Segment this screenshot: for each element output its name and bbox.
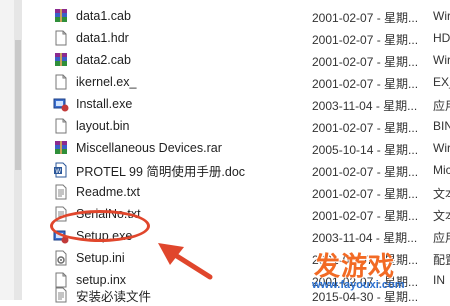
watermark-logo: 发游戏 — [314, 252, 396, 282]
file-name: ikernel.ex_ — [76, 75, 137, 89]
file-date: 2001-02-07 - 星期... — [312, 77, 419, 91]
winrar-archive-icon — [52, 7, 70, 25]
file-row-protel-doc[interactable]: W PROTEL 99 简明使用手册.doc 2001-02-07 - 星期..… — [44, 159, 450, 181]
file-name: Install.exe — [76, 97, 133, 111]
generic-file-icon — [52, 117, 70, 135]
annotation-ellipse — [50, 210, 150, 242]
file-row-data2-cab[interactable]: data2.cab 2001-02-07 - 星期... Wir — [44, 49, 450, 71]
file-date: 2003-11-04 - 星期... — [312, 231, 418, 245]
file-type: HD — [433, 31, 450, 45]
file-type: 应用 — [433, 231, 450, 245]
annotation-arrow — [158, 243, 213, 280]
file-type: 文本 — [433, 209, 450, 223]
watermark-url: www.fayouxi.com — [312, 279, 405, 291]
file-row-data1-hdr[interactable]: data1.hdr 2001-02-07 - 星期... HD — [44, 27, 450, 49]
file-type: Wir — [433, 141, 450, 155]
file-date: 2001-02-07 - 星期... — [312, 121, 419, 135]
scrollbar-thumb[interactable] — [15, 40, 21, 170]
file-name: Miscellaneous Devices.rar — [76, 141, 222, 155]
file-name: layout.bin — [76, 119, 130, 133]
file-name: 安装必读文件 — [76, 289, 152, 304]
file-date: 2001-02-07 - 星期... — [312, 33, 419, 47]
watermark: 发游戏 www.fayouxi.com — [300, 246, 450, 300]
file-date: 2001-02-07 - 星期... — [312, 11, 419, 25]
file-type: EX_ — [433, 75, 450, 89]
file-row-install-exe[interactable]: Install.exe 2003-11-04 - 星期... 应用 — [44, 93, 450, 115]
file-row-misc-devices[interactable]: Miscellaneous Devices.rar 2005-10-14 - 星… — [44, 137, 450, 159]
file-date: 2001-02-07 - 星期... — [312, 187, 419, 201]
file-name: data2.cab — [76, 53, 131, 67]
file-type: Wir — [433, 53, 450, 67]
generic-file-icon — [52, 29, 70, 47]
winrar-archive-icon — [52, 139, 70, 157]
file-date: 2001-02-07 - 星期... — [312, 55, 419, 69]
file-name: PROTEL 99 简明使用手册.doc — [76, 164, 246, 179]
file-name: Readme.txt — [76, 185, 140, 199]
file-name: data1.hdr — [76, 31, 129, 45]
file-date: 2003-11-04 - 星期... — [312, 99, 418, 113]
file-row-layout-bin[interactable]: layout.bin 2001-02-07 - 星期... BIN — [44, 115, 450, 137]
file-row-ikernel[interactable]: ikernel.ex_ 2001-02-07 - 星期... EX_ — [44, 71, 450, 93]
file-date: 2005-10-14 - 星期... — [312, 143, 419, 157]
text-file-icon — [52, 286, 70, 304]
file-type: Wir — [433, 9, 450, 23]
file-date: 2001-02-07 - 星期... — [312, 209, 419, 223]
text-file-icon — [52, 183, 70, 201]
file-name: data1.cab — [76, 9, 131, 23]
navigation-scrollbar[interactable] — [14, 0, 22, 300]
settings-file-icon — [52, 249, 70, 267]
navigation-pane — [0, 0, 14, 300]
winrar-archive-icon — [52, 51, 70, 69]
generic-file-icon — [52, 73, 70, 91]
installer-exe-icon — [52, 95, 70, 113]
file-type: 应用 — [433, 99, 450, 113]
file-type: BIN — [433, 119, 450, 133]
word-document-icon: W — [52, 161, 70, 179]
file-date: 2001-02-07 - 星期... — [312, 165, 419, 179]
svg-text:W: W — [55, 168, 61, 175]
file-row-data1-cab[interactable]: data1.cab 2001-02-07 - 星期... Wir — [44, 5, 450, 27]
file-row-readme[interactable]: Readme.txt 2001-02-07 - 星期... 文本 — [44, 181, 450, 203]
file-type: Mic — [433, 163, 450, 177]
file-type: 文本 — [433, 187, 450, 201]
